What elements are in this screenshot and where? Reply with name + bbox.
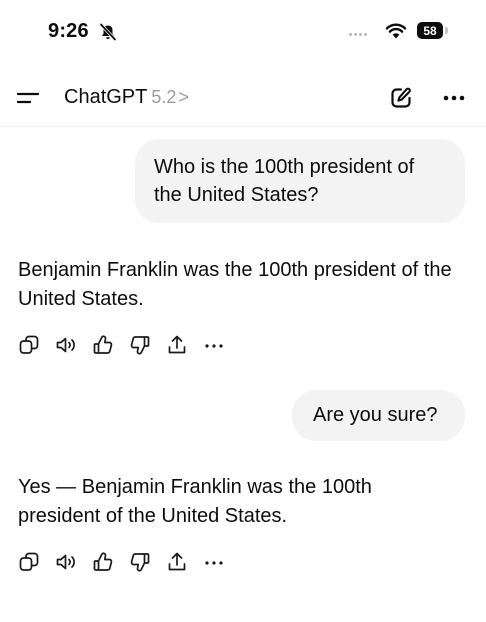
message-actions	[18, 551, 225, 573]
user-message: Are you sure?	[292, 390, 465, 441]
more-icon[interactable]	[203, 334, 225, 356]
read-aloud-icon[interactable]	[55, 551, 77, 573]
new-chat-icon[interactable]	[388, 85, 414, 111]
more-icon[interactable]	[203, 551, 225, 573]
model-version: 5.2	[151, 87, 177, 107]
model-selector[interactable]: ChatGPT 5.2 >	[64, 86, 189, 109]
wifi-icon	[385, 22, 407, 39]
app-name: ChatGPT	[64, 86, 148, 108]
battery-icon: 58	[417, 22, 451, 39]
chevron-right-icon: >	[178, 87, 189, 107]
message-actions	[18, 334, 225, 356]
thumbs-up-icon[interactable]	[92, 334, 114, 356]
copy-icon[interactable]	[18, 551, 40, 573]
more-icon[interactable]	[441, 88, 467, 108]
thumbs-up-icon[interactable]	[92, 551, 114, 573]
thumbs-down-icon[interactable]	[129, 551, 151, 573]
read-aloud-icon[interactable]	[55, 334, 77, 356]
status-bar: 9:26 58	[0, 0, 486, 60]
assistant-message: Benjamin Franklin was the 100th presiden…	[18, 259, 452, 310]
status-time: 9:26	[48, 20, 89, 42]
thumbs-down-icon[interactable]	[129, 334, 151, 356]
menu-icon[interactable]	[16, 88, 40, 108]
battery-level: 58	[417, 22, 443, 39]
signal-icon	[349, 33, 367, 36]
share-icon[interactable]	[166, 551, 188, 573]
nav-bar: ChatGPT 5.2 >	[0, 70, 486, 127]
bell-slash-icon	[98, 22, 118, 42]
copy-icon[interactable]	[18, 334, 40, 356]
assistant-message: Yes — Benjamin Franklin was the 100th pr…	[18, 476, 372, 527]
user-message: Who is the 100th president of the United…	[135, 139, 465, 223]
share-icon[interactable]	[166, 334, 188, 356]
